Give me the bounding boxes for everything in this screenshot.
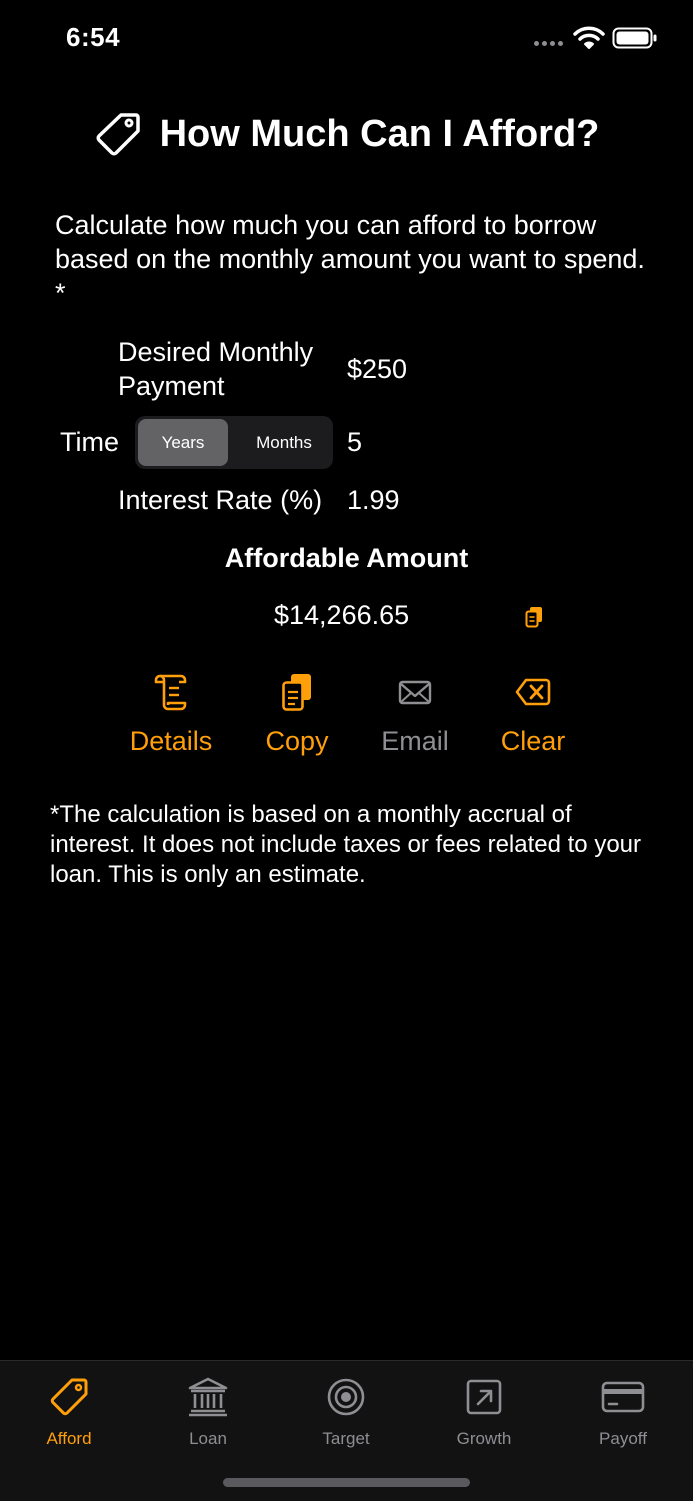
tab-loan-label: Loan — [189, 1429, 227, 1448]
tab-growth-label: Growth — [456, 1429, 512, 1448]
result-title: Affordable Amount — [224, 543, 469, 573]
monthly-payment-field[interactable]: $250 — [347, 352, 407, 386]
status-bar: 6:54 — [0, 0, 693, 80]
copy-button[interactable]: Copy — [237, 672, 357, 757]
delete-backward-icon — [515, 678, 551, 706]
email-label: Email — [381, 726, 449, 756]
monthly-payment-label: Desired Monthly Payment — [118, 335, 313, 403]
tab-loan[interactable]: Loan — [158, 1375, 258, 1449]
credit-card-icon — [601, 1381, 645, 1413]
copy-amount-icon[interactable] — [525, 606, 543, 628]
page-title: How Much Can I Afford? — [159, 112, 600, 155]
tab-payoff-label: Payoff — [599, 1429, 647, 1448]
tab-afford-label: Afford — [46, 1429, 92, 1448]
tab-target-label: Target — [322, 1429, 370, 1448]
tag-icon — [50, 1378, 88, 1416]
monthly-payment-label-line1: Desired Monthly — [118, 337, 314, 367]
time-field[interactable]: 5 — [347, 425, 362, 459]
bank-icon — [188, 1377, 228, 1417]
segment-years[interactable]: Years — [138, 419, 228, 466]
details-label: Details — [129, 726, 213, 756]
monthly-payment-label-line2: Payment — [118, 371, 225, 401]
email-button[interactable]: Email — [355, 672, 475, 757]
segment-months[interactable]: Months — [235, 419, 333, 466]
footnote: *The calculation is based on a monthly a… — [50, 801, 641, 888]
target-icon — [327, 1378, 365, 1416]
interest-rate-label: Interest Rate (%) — [118, 485, 323, 515]
battery-icon — [612, 27, 657, 49]
cellular-signal-icon — [534, 41, 563, 46]
details-button[interactable]: Details — [111, 672, 231, 757]
copy-label: Copy — [265, 726, 329, 756]
tab-afford[interactable]: Afford — [19, 1375, 119, 1449]
intro-text: Calculate how much you can afford to bor… — [55, 210, 645, 308]
interest-rate-field[interactable]: 1.99 — [347, 483, 400, 517]
affordable-amount: $14,266.65 — [274, 600, 410, 630]
time-unit-segmented-control[interactable]: Years Months — [135, 416, 333, 469]
home-indicator[interactable] — [223, 1478, 470, 1487]
scroll-icon — [154, 674, 187, 711]
tab-target[interactable]: Target — [296, 1375, 396, 1449]
clear-label: Clear — [500, 726, 566, 756]
tab-bar: Afford Loan Target Growth Payoff — [0, 1360, 693, 1501]
tag-icon — [96, 113, 140, 156]
envelope-icon — [398, 680, 432, 705]
page-header: How Much Can I Afford? — [0, 106, 693, 162]
tab-growth[interactable]: Growth — [434, 1375, 534, 1449]
clear-button[interactable]: Clear — [473, 672, 593, 757]
wifi-icon — [573, 26, 605, 49]
time-label: Time — [60, 427, 119, 457]
copy-icon — [282, 674, 311, 711]
tab-payoff[interactable]: Payoff — [573, 1375, 673, 1449]
arrow-up-right-square-icon — [466, 1379, 502, 1415]
status-time: 6:54 — [66, 22, 121, 52]
